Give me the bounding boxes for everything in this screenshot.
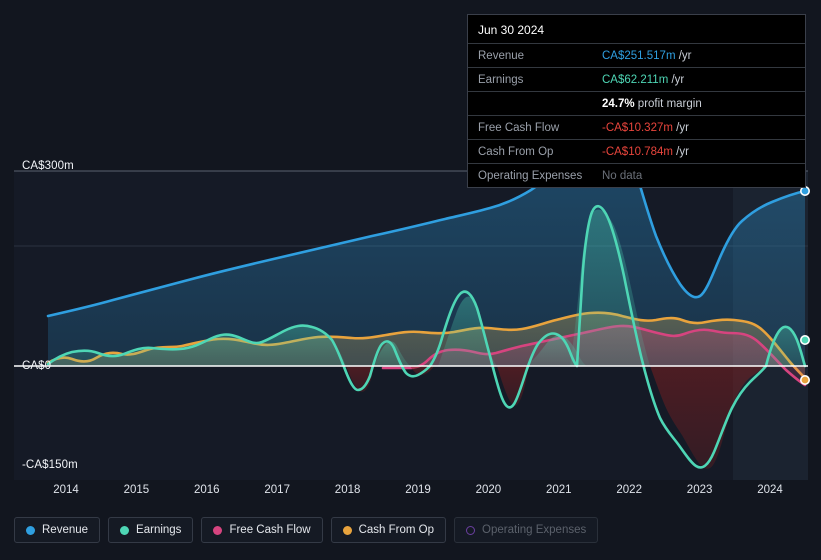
legend-color-dot bbox=[120, 525, 130, 535]
x-axis-tick-2020: 2020 bbox=[475, 484, 502, 496]
legend-color-dot bbox=[466, 525, 476, 535]
tooltip-row: Free Cash Flow -CA$10.327m /yr bbox=[468, 115, 805, 139]
legend-item-operating-expenses[interactable]: Operating Expenses bbox=[454, 517, 599, 543]
legend-item-label: Cash From Op bbox=[358, 524, 435, 536]
tooltip-row-value: 24.7% profit margin bbox=[602, 97, 702, 110]
tooltip-row-label: Revenue bbox=[478, 49, 525, 62]
chart-page: CA$300m CA$0 -CA$150m 2014 2015 2016 2017 20… bbox=[0, 0, 821, 560]
earnings-endpoint-marker bbox=[799, 334, 810, 345]
legend-item-label: Operating Expenses bbox=[482, 524, 587, 536]
legend-item-cash-from-op[interactable]: Cash From Op bbox=[330, 517, 447, 543]
legend-color-dot bbox=[213, 525, 223, 535]
revenue-endpoint-marker bbox=[799, 186, 810, 197]
y-axis-label-bottom: -CA$150m bbox=[22, 459, 78, 471]
x-axis-tick-2021: 2021 bbox=[546, 484, 572, 496]
y-axis-label-zero: CA$0 bbox=[22, 360, 52, 372]
legend-item-label: Free Cash Flow bbox=[229, 524, 311, 536]
x-axis-tick-2024: 2024 bbox=[757, 484, 783, 496]
legend-item-label: Earnings bbox=[136, 524, 182, 536]
tooltip-row: Earnings CA$62.211m /yr bbox=[468, 67, 805, 91]
tooltip-row: Cash From Op -CA$10.784m /yr bbox=[468, 139, 805, 163]
chart-legend: Revenue Earnings Free Cash Flow Cash From O… bbox=[14, 517, 599, 543]
tooltip-row-label: Cash From Op bbox=[478, 145, 554, 158]
legend-item-earnings[interactable]: Earnings bbox=[108, 517, 194, 543]
legend-item-revenue[interactable]: Revenue bbox=[14, 517, 101, 543]
legend-item-free-cash-flow[interactable]: Free Cash Flow bbox=[201, 517, 323, 543]
tooltip-row: Operating Expenses No data bbox=[468, 163, 805, 187]
x-axis-tick-2022: 2022 bbox=[616, 484, 642, 496]
tooltip-row-value: CA$251.517m /yr bbox=[602, 49, 692, 62]
tooltip-row: Revenue CA$251.517m /yr bbox=[468, 43, 805, 67]
tooltip-row-value: -CA$10.784m /yr bbox=[602, 145, 689, 158]
legend-item-label: Revenue bbox=[42, 524, 89, 536]
cash-from-op-endpoint-marker bbox=[799, 374, 810, 385]
x-axis-tick-2015: 2015 bbox=[123, 484, 150, 496]
tooltip-row-value: No data bbox=[602, 169, 643, 182]
tooltip-row-label: Operating Expenses bbox=[478, 169, 583, 182]
tooltip-row-value: CA$62.211m /yr bbox=[602, 73, 685, 86]
x-axis-tick-2019: 2019 bbox=[405, 484, 431, 496]
tooltip-date: Jun 30 2024 bbox=[478, 23, 545, 37]
tooltip-row-label: Free Cash Flow bbox=[478, 121, 560, 134]
x-axis: 2014 2015 2016 2017 2018 2019 2020 2021 2022 2023… bbox=[0, 484, 821, 500]
x-axis-tick-2016: 2016 bbox=[194, 484, 220, 496]
legend-color-dot bbox=[342, 525, 352, 535]
tooltip-row: 24.7% profit margin bbox=[468, 91, 805, 115]
x-axis-tick-2023: 2023 bbox=[686, 484, 713, 496]
x-axis-tick-2014: 2014 bbox=[53, 484, 79, 496]
x-axis-tick-2017: 2017 bbox=[264, 484, 290, 496]
y-axis-label-top: CA$300m bbox=[22, 160, 74, 172]
tooltip-row-label: Earnings bbox=[478, 73, 524, 86]
tooltip-rows: Revenue CA$251.517m /yr Earnings CA$62.211m… bbox=[468, 43, 805, 187]
x-axis-tick-2018: 2018 bbox=[334, 484, 361, 496]
data-tooltip: Jun 30 2024 Revenue CA$251.517m /yr Earnin… bbox=[467, 14, 806, 188]
legend-color-dot bbox=[26, 525, 35, 535]
tooltip-row-value: -CA$10.327m /yr bbox=[602, 121, 689, 134]
